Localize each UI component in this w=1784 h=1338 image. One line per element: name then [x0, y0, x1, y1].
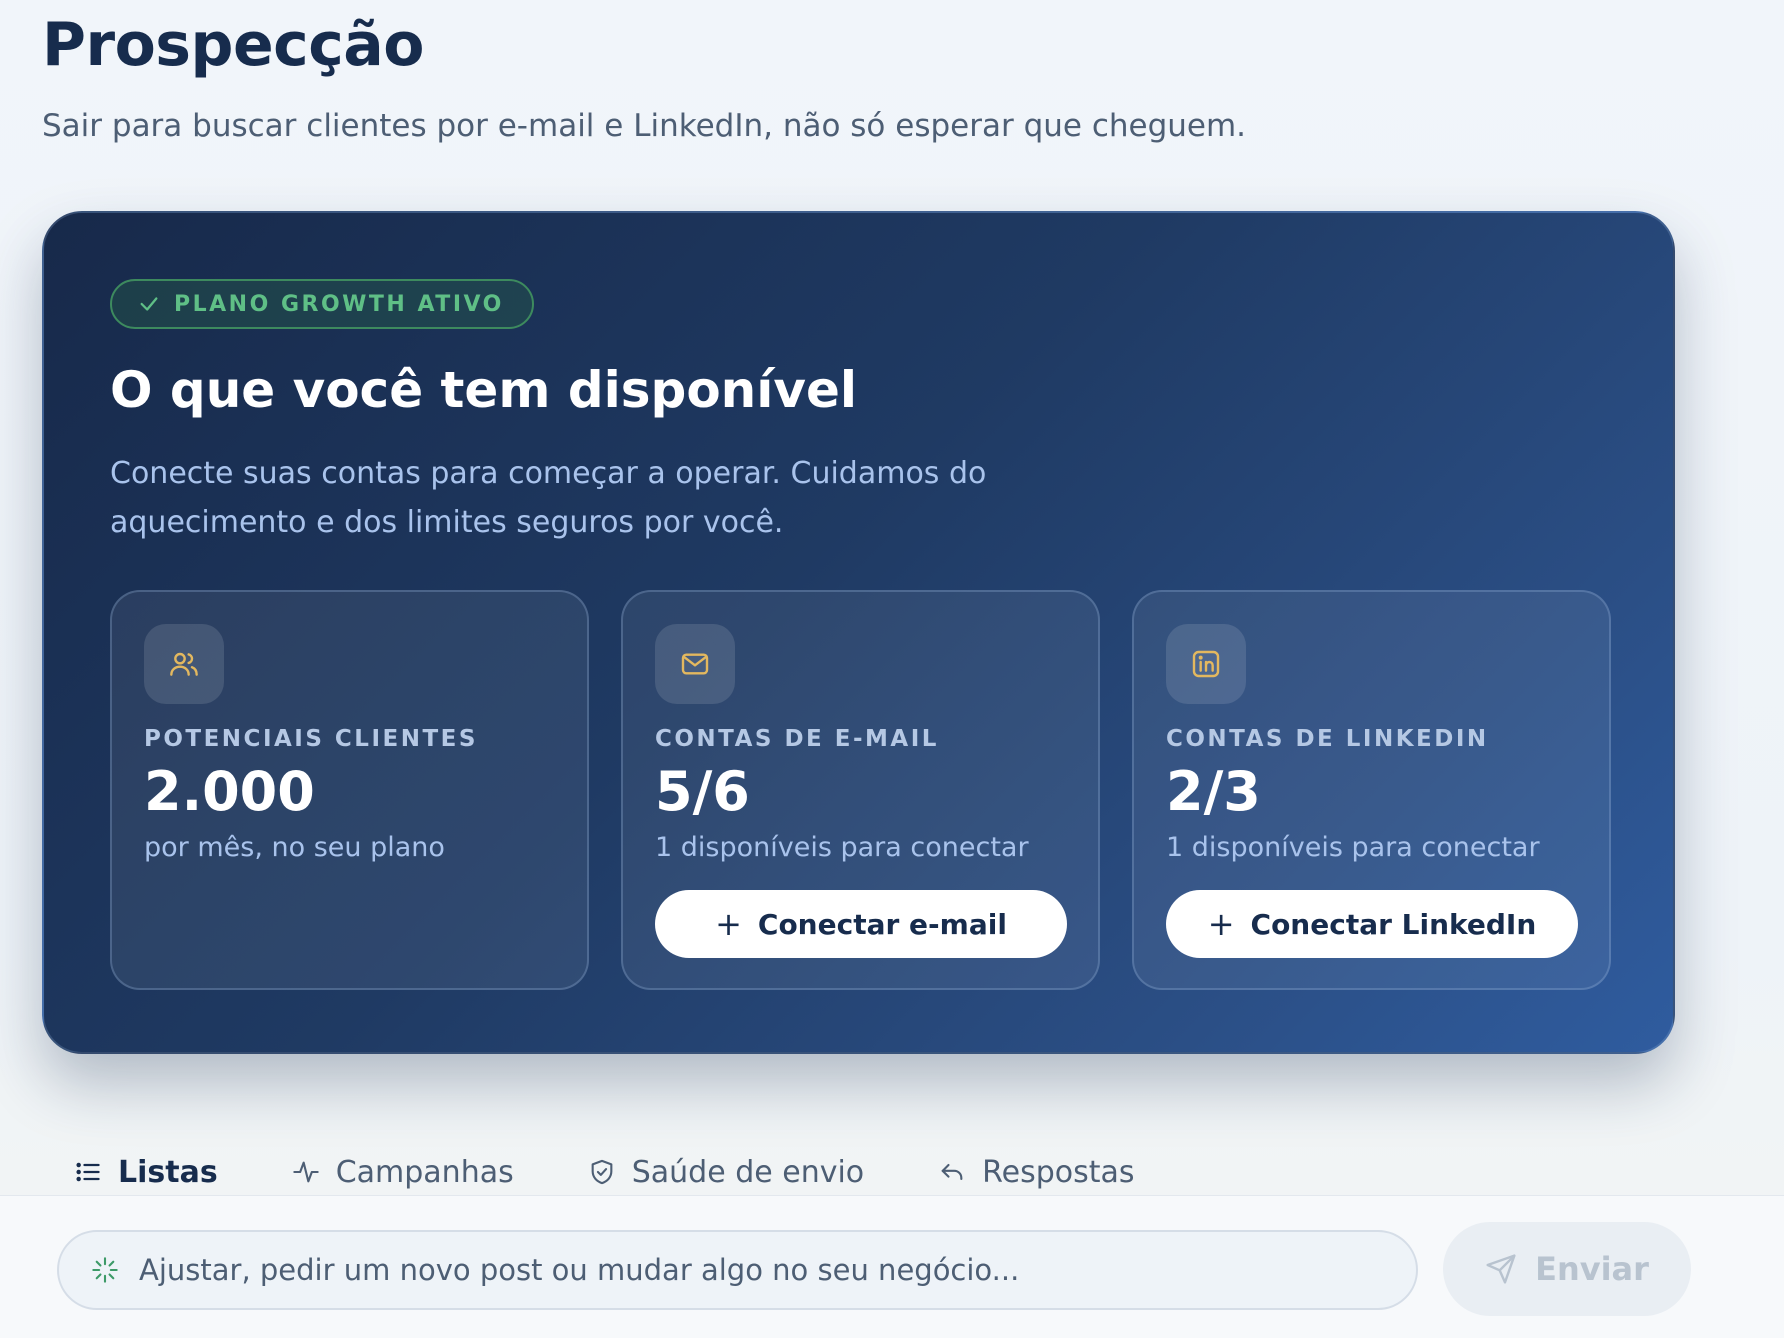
- check-icon: [140, 297, 158, 311]
- linkedin-icon: [1192, 650, 1220, 678]
- page-subtitle: Sair para buscar clientes por e-mail e L…: [42, 108, 1247, 144]
- tab-label: Campanhas: [335, 1154, 514, 1190]
- potential-clients-card: POTENCIAIS CLIENTES 2.000 por mês, no se…: [110, 590, 589, 990]
- mail-icon: [681, 653, 709, 675]
- card-label: CONTAS DE E-MAIL: [655, 726, 939, 752]
- send-icon: [1486, 1254, 1516, 1284]
- plan-hero-panel: PLANO GROWTH ATIVO O que você tem dispon…: [42, 211, 1675, 1054]
- tab-listas[interactable]: Listas: [74, 1155, 218, 1190]
- page-title: Prospecção: [42, 10, 424, 80]
- card-note: 1 disponíveis para conectar: [655, 832, 1029, 863]
- card-value: 2.000: [144, 760, 315, 823]
- shield-icon: [591, 1159, 613, 1185]
- hero-title: O que você tem disponível: [110, 361, 858, 419]
- tab-respostas[interactable]: Respostas: [938, 1154, 1135, 1190]
- linkedin-accounts-card: CONTAS DE LINKEDIN 2/3 1 disponíveis par…: [1132, 590, 1611, 990]
- send-button-label: Enviar: [1535, 1250, 1649, 1288]
- tab-campanhas[interactable]: Campanhas: [292, 1155, 514, 1190]
- users-icon: [170, 652, 198, 676]
- card-note: por mês, no seu plano: [144, 832, 445, 863]
- chat-input-wrapper: [57, 1230, 1418, 1310]
- plus-icon: +: [715, 905, 742, 943]
- connect-linkedin-button[interactable]: + Conectar LinkedIn: [1166, 890, 1578, 958]
- connect-linkedin-label: Conectar LinkedIn: [1250, 907, 1537, 941]
- send-button[interactable]: Enviar: [1443, 1222, 1691, 1316]
- mail-icon-box: [655, 624, 735, 704]
- reply-icon: [941, 1163, 963, 1181]
- card-value: 2/3: [1166, 760, 1261, 823]
- card-note: 1 disponíveis para conectar: [1166, 832, 1540, 863]
- card-label: CONTAS DE LINKEDIN: [1166, 726, 1489, 752]
- card-label: POTENCIAIS CLIENTES: [144, 726, 478, 752]
- tab-label: Respostas: [982, 1154, 1135, 1190]
- linkedin-icon-box: [1166, 624, 1246, 704]
- card-value: 5/6: [655, 760, 750, 823]
- chat-bar: Enviar: [0, 1195, 1784, 1338]
- list-icon: [76, 1162, 100, 1182]
- connect-email-label: Conectar e-mail: [757, 907, 1007, 941]
- tab-label: Listas: [118, 1154, 218, 1190]
- email-accounts-card: CONTAS DE E-MAIL 5/6 1 disponíveis para …: [621, 590, 1100, 990]
- plus-icon: +: [1207, 905, 1235, 943]
- prospecting-tabs: Listas Campanhas Saúde de envio Resposta…: [74, 1142, 1209, 1202]
- chat-input[interactable]: [139, 1253, 1379, 1287]
- activity-icon: [292, 1161, 319, 1183]
- tab-saude-de-envio[interactable]: Saúde de envio: [588, 1155, 864, 1190]
- sparkle-icon: [92, 1257, 118, 1283]
- users-icon-box: [144, 624, 224, 704]
- tab-label: Saúde de envio: [631, 1154, 865, 1190]
- hero-description: Conecte suas contas para começar a opera…: [110, 456, 987, 540]
- plan-status-label: PLANO GROWTH ATIVO: [174, 291, 504, 317]
- connect-email-button[interactable]: + Conectar e-mail: [655, 890, 1067, 958]
- plan-status-badge: PLANO GROWTH ATIVO: [110, 279, 534, 329]
